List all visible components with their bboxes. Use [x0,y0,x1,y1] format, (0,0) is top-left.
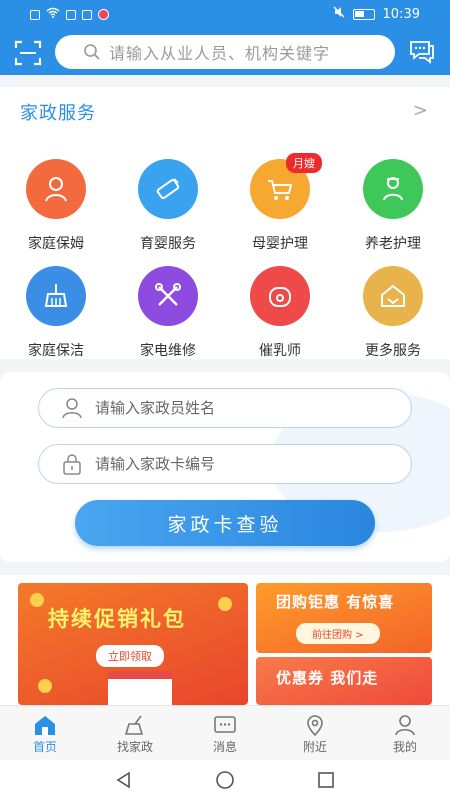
tab-label: 找家政 [116,740,153,754]
scan-button[interactable] [14,39,42,67]
status-bar: 10:39 [0,0,450,30]
search-input[interactable]: 请输入从业人员、机构关键字 [55,35,395,69]
lock-icon [63,454,81,475]
service-cleaning[interactable]: 家庭保洁 [0,266,112,360]
service-label: 家电维修 [140,343,196,359]
promo-group-buy[interactable]: 团购钜惠 有惊喜 前往团购 > [256,583,432,653]
name-input[interactable] [95,399,375,417]
scan-icon [14,40,42,66]
service-lactation[interactable]: 催乳师 [224,266,336,360]
promotions-section: 持续促销礼包 立即领取 团购钜惠 有惊喜 前往团购 > 优惠券 我们走 [0,575,450,705]
search-icon [84,44,100,60]
service-label: 养老护理 [365,236,421,252]
verify-card-button[interactable]: 家政卡查验 [75,500,375,546]
go-group-buy-button[interactable]: 前往团购 > [296,623,380,644]
promo-title: 团购钜惠 有惊喜 [276,593,395,611]
service-label: 育婴服务 [140,236,196,252]
chat-button[interactable] [407,38,437,66]
house-more-icon [363,266,423,326]
app-notification-icon [98,9,109,20]
wifi-icon [46,7,60,22]
coin-icon [38,679,52,693]
system-nav-bar [0,760,450,800]
chevron-right-icon[interactable]: > [413,100,428,121]
notification-icon [66,9,76,20]
service-badge: 月嫂 [286,153,322,173]
claim-now-button[interactable]: 立即领取 [96,645,164,667]
location-icon [307,715,323,736]
user-icon [62,398,82,419]
sim-icon [30,9,40,20]
tab-messages[interactable]: 消息 [180,712,270,755]
tab-label: 附近 [302,740,327,754]
section-title: 家政服务 [20,103,96,124]
message-icon [214,716,236,733]
search-placeholder: 请输入从业人员、机构关键字 [109,44,331,63]
mute-icon [333,6,345,22]
card-verify-panel: 家政卡查验 [0,372,450,562]
service-label: 家庭保姆 [28,236,84,252]
service-elder-care[interactable]: 养老护理 [337,159,449,253]
service-more[interactable]: 更多服务 [337,266,449,360]
top-header: 请输入从业人员、机构关键字 [0,30,450,75]
status-icons-right: 10:39 [333,6,420,22]
baby-bottle-icon [138,159,198,219]
service-maternal-care[interactable]: 月嫂 母婴护理 [224,153,336,253]
clock: 10:39 [382,6,420,22]
promo-title: 优惠券 我们走 [276,669,379,687]
service-label: 家庭保洁 [28,343,84,359]
status-icons-left [30,7,109,22]
lactation-icon [250,266,310,326]
card-number-field[interactable] [38,444,412,484]
service-label: 更多服务 [365,343,421,359]
notification-icon [82,9,92,20]
tab-profile[interactable]: 我的 [360,712,450,755]
tab-find-service[interactable]: 找家政 [90,712,180,755]
battery-icon [352,8,375,20]
tools-icon [138,266,198,326]
service-appliance-repair[interactable]: 家电维修 [112,266,224,360]
tab-label: 消息 [212,740,237,754]
bottom-tab-bar: 首页 找家政 消息 附近 我的 [0,705,450,760]
coin-icon [218,597,232,611]
broom-icon [26,266,86,326]
service-nanny[interactable]: 家庭保姆 [0,159,112,253]
chat-bubble-icon [410,41,434,64]
name-field[interactable] [38,388,412,428]
service-label: 催乳师 [259,343,301,359]
recent-apps-icon[interactable] [316,770,336,790]
elder-care-icon [363,159,423,219]
tab-home[interactable]: 首页 [0,712,90,755]
services-section: 家政服务 > 家庭保姆 育婴服务 月嫂 母婴护理 养老护理 家庭保洁 家电维修 … [0,87,450,359]
promo-coupon[interactable]: 优惠券 我们走 [256,657,432,705]
shop-illustration [108,671,172,705]
nanny-icon [26,159,86,219]
tab-label: 我的 [392,740,417,754]
home-icon [35,716,55,735]
coin-icon [30,593,44,607]
home-circle-icon[interactable] [215,770,235,790]
service-label: 母婴护理 [252,236,308,252]
tab-label: 首页 [32,740,57,754]
tab-nearby[interactable]: 附近 [270,712,360,755]
promo-title: 持续促销礼包 [48,607,186,631]
broom-search-icon [124,715,144,735]
service-infant-care[interactable]: 育婴服务 [112,159,224,253]
profile-icon [395,715,415,736]
card-number-input[interactable] [95,455,375,473]
promo-banner-main[interactable]: 持续促销礼包 立即领取 [18,583,248,705]
back-icon[interactable] [114,770,134,790]
